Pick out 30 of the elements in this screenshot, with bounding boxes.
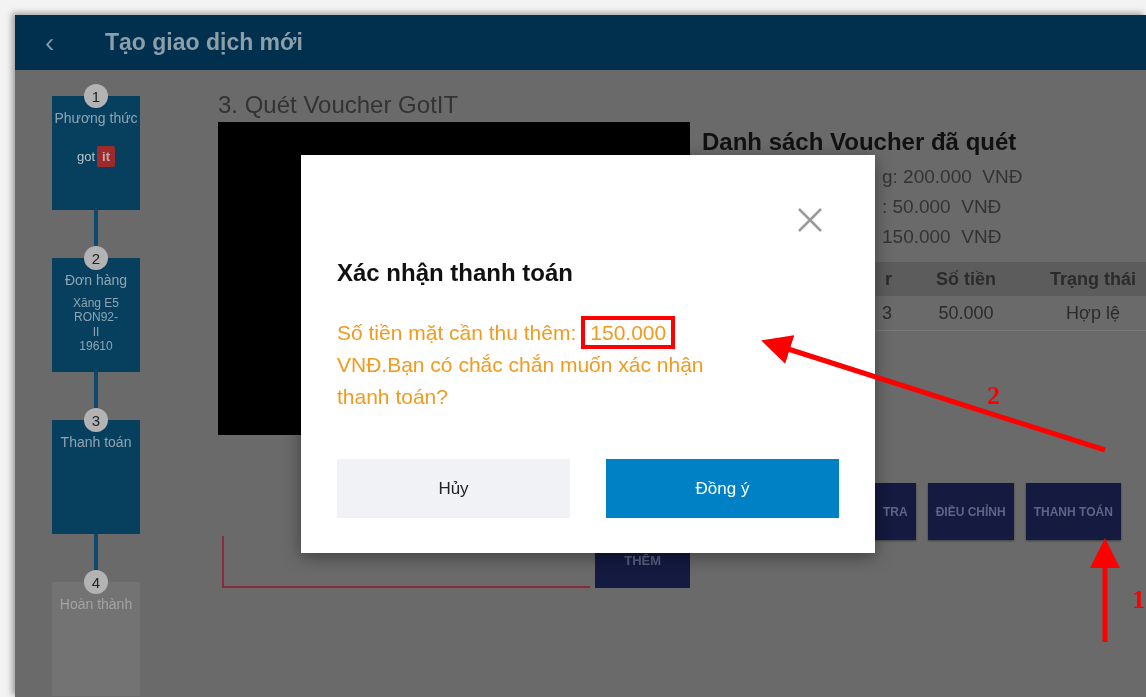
step-number: 3 [84, 408, 108, 432]
step-connector [94, 210, 98, 246]
step-number: 2 [84, 246, 108, 270]
dialog-message: Số tiền mặt cần thu thêm: 150.000 VNĐ.Bạn có chắc chắn muốn xác nhận thanh toán? [337, 317, 757, 413]
logo-text: got [77, 149, 96, 164]
table-cell-text: 3 [881, 302, 892, 324]
step-connector [94, 534, 98, 570]
gift-logo-badge: it [97, 146, 115, 167]
step-detail: Xăng E5 RON92- II 19610 [71, 296, 120, 354]
step-number: 1 [84, 84, 108, 108]
screen-title: Tạo giao dịch mới [105, 29, 303, 56]
table-cell-text: 50.000 [937, 302, 995, 324]
action-button[interactable]: TRA [875, 483, 916, 540]
section-title: 3. Quét Voucher GotIT [218, 91, 460, 119]
annotation-number: 2 [987, 383, 1000, 409]
table-cell-text: Hợp lệ [1065, 302, 1121, 324]
action-button[interactable]: ĐIỀU CHỈNH [927, 483, 1014, 540]
step-title: Thanh toán [60, 434, 132, 450]
list-title: Danh sách Voucher đã quét [702, 128, 1018, 156]
step-title: Đơn hàng [64, 272, 128, 288]
annotation-number: 1 [1132, 587, 1145, 613]
confirm-button[interactable]: Đồng ý [606, 459, 839, 518]
step-title: Phương thức [54, 110, 138, 126]
back-button[interactable]: ‹ [45, 28, 105, 57]
step-number: 4 [84, 570, 108, 594]
close-icon[interactable] [797, 207, 823, 233]
cancel-button[interactable]: Hủy [337, 459, 570, 518]
step-connector [94, 372, 98, 408]
dialog-title: Xác nhận thanh toán [337, 259, 574, 287]
action-button[interactable]: THANH TOÁN [1025, 483, 1121, 540]
